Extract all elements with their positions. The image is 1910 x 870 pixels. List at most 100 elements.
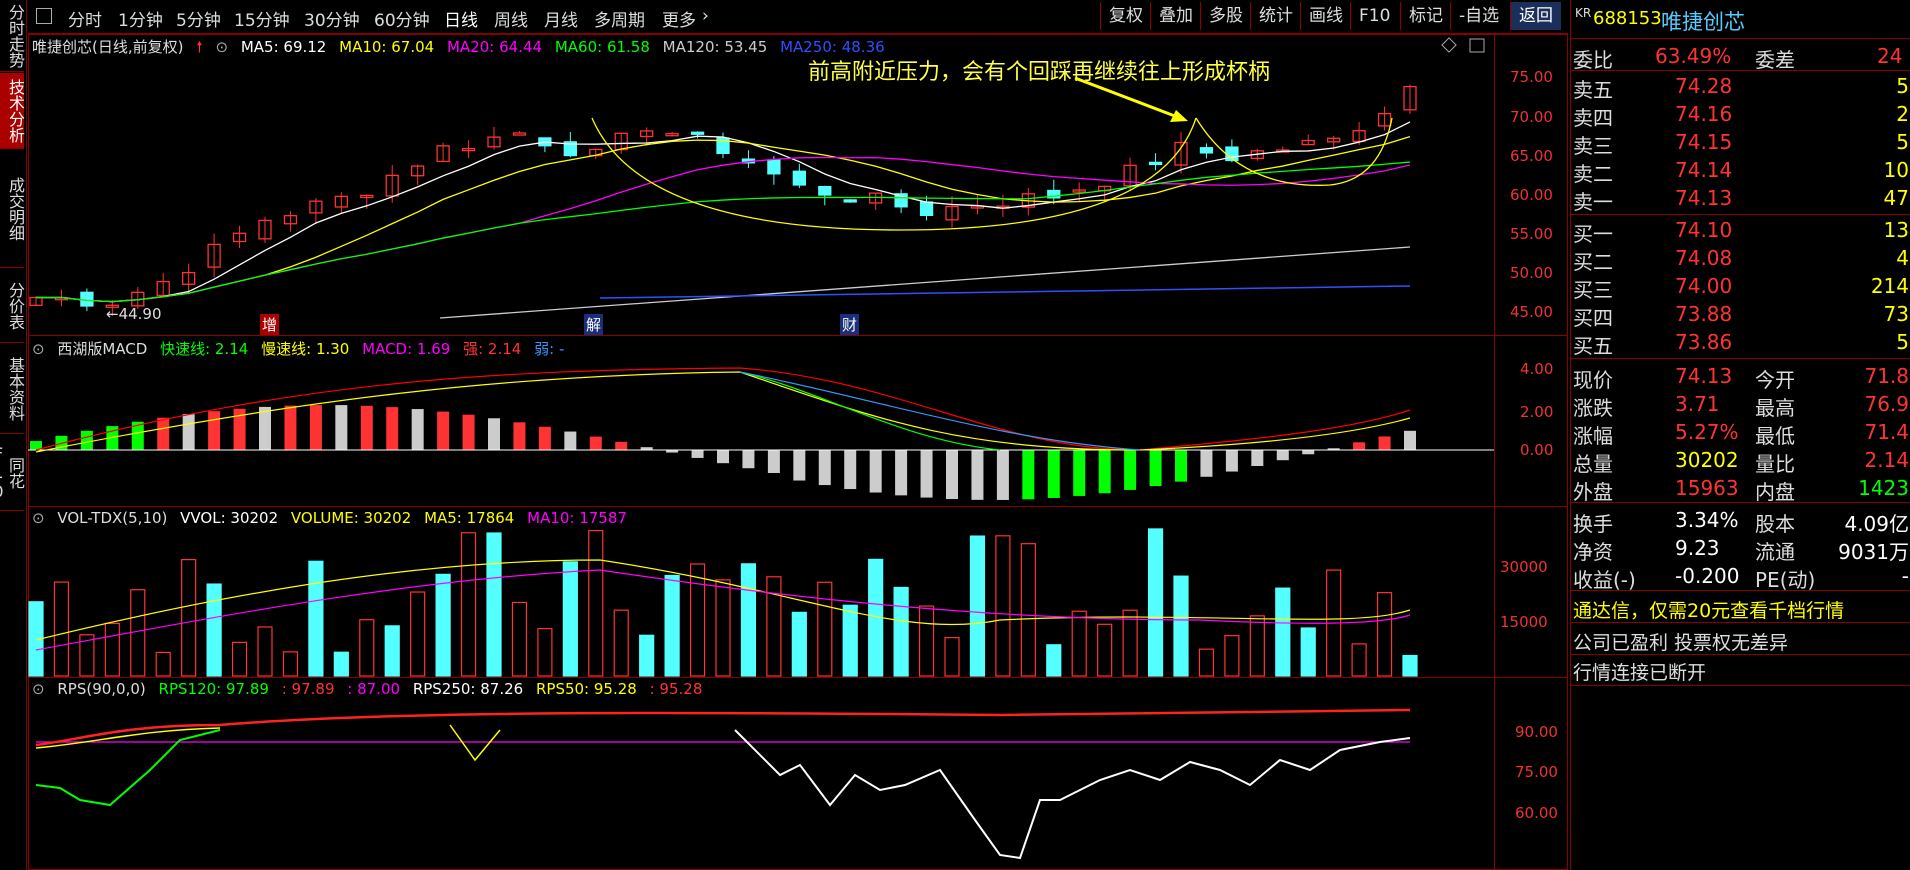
ask-row: 卖四 74.16 2 [1571,100,1910,130]
macd-bar [1022,450,1035,500]
info-value: 9031万 [1838,540,1909,564]
y-tick: 70.00 [1510,108,1553,126]
volume-bar [664,574,680,677]
volume-bar [715,579,731,677]
chart-annotation: 前高附近压力，会有个回踩再继续往上形成杯柄 [808,60,1271,85]
macd-bar [182,414,195,450]
promo-text[interactable]: 通达信，仅需20元查看千档行情 [1573,596,1844,623]
macd-bar [259,406,271,450]
macd-bar [717,450,729,464]
bid-row: 买二 74.08 4 [1571,244,1910,274]
macd-layer [28,367,1494,500]
macd-bar [488,418,500,450]
ask-row: 卖二 74.14 10 [1571,156,1910,186]
ma120-line [439,246,1411,319]
bid-label: 买一 [1573,222,1613,246]
bid-volume: 214 [1870,274,1909,298]
stock-name: 唯捷创芯 [1661,10,1745,34]
volume-bar [639,634,655,677]
info-value: 4.09亿 [1844,512,1909,536]
volume-bar [1097,623,1113,677]
volume-bar [308,560,324,677]
ask-volume: 5 [1896,130,1909,154]
candle-body [1148,161,1163,166]
y-tick: 65.00 [1510,147,1553,165]
macd-bar [538,426,551,450]
macd-bar [1047,450,1060,498]
macd-bar [844,450,857,490]
stat-row: 外盘 15963 内盘 1423 [1571,474,1910,504]
y-tick: 50.00 [1510,264,1553,282]
volume-bar [1020,543,1036,677]
macd-bar [462,414,475,450]
info-value: -0.200 [1675,564,1740,588]
info-label: 收益(-) [1573,568,1636,592]
info-row: 收益(-) -0.200 PE(动) - [1571,562,1910,592]
info-row: 换手 3.34% 股本 4.09亿 [1571,506,1910,536]
main-diamond-icon[interactable] [1441,37,1457,53]
vol-ma10-line [35,569,1411,651]
volume-bar [231,641,248,677]
panel-toggle-icon[interactable] [1469,38,1485,53]
macd-bar [1149,450,1162,487]
candle-body [792,170,806,186]
candle-body [843,199,857,203]
quote-panel: KR 688153 唯捷创芯 委比 63.49% 委差 24 卖五 74.28 5 卖… [1570,0,1910,870]
weicha-value: 24 [1877,44,1903,68]
volume-bar [766,576,782,677]
volume-bar [257,626,273,677]
macd-bar [513,422,526,450]
info-label: 换手 [1573,512,1613,536]
volume-bar [486,532,502,677]
macd-bar [691,450,704,458]
volume-bar [410,591,426,677]
volume-bar [689,563,706,677]
weibi-label: 委比 [1573,48,1613,72]
candle-body [80,291,94,307]
candle-body [1199,147,1214,154]
macd-fast-line [739,371,1001,451]
stat-value: 71.8 [1864,364,1909,388]
rps-y-tick: 90.00 [1515,723,1558,741]
volume-bar [562,561,578,677]
volume-bar [181,558,197,677]
volume-bar [511,601,528,677]
macd-bar [1200,450,1213,477]
stat-row: 涨跌 3.71 最高 76.9 [1571,390,1910,420]
stat-label: 量比 [1755,452,1795,476]
macd-bar [920,450,933,498]
volume-bar [995,535,1011,677]
bid-row: 买五 73.86 5 [1571,328,1910,358]
info-label: 净资 [1573,540,1613,564]
stat-value: 2.14 [1864,448,1909,472]
bid-price: 74.10 [1675,218,1733,242]
macd-bar [157,417,170,450]
y-tick: 55.00 [1510,225,1553,243]
macd-bar [996,450,1009,500]
macd-bar [946,450,958,500]
chart-canvas [28,37,1494,860]
ask-volume: 47 [1883,186,1909,210]
stat-value: 76.9 [1864,392,1909,416]
volume-bar [1173,575,1189,677]
event-mark-zeng: 增 [260,314,280,335]
stat-label: 总量 [1573,452,1613,476]
moving-average-line [35,161,1411,303]
notice-row: 公司已盈利 投票权无差异 [1571,626,1910,654]
ma250-line [599,285,1411,299]
ask-row: 卖五 74.28 5 [1571,72,1910,102]
stat-label: 现价 [1573,368,1613,392]
macd-bar [895,450,908,496]
macd-bar [1302,450,1315,455]
stat-value: 30202 [1675,448,1739,472]
macd-bar [1378,436,1391,450]
bid-volume: 4 [1896,246,1909,270]
info-label: 股本 [1755,512,1795,536]
rps-layer [35,708,1411,860]
volume-bar [740,563,757,677]
connection-row: 行情连接已断开 [1571,656,1910,684]
macd-bar [767,450,780,474]
ask-row: 卖一 74.13 47 [1571,184,1910,214]
macd-bar [208,411,221,450]
promo-row[interactable]: 通达信，仅需20元查看千档行情 [1571,594,1910,622]
